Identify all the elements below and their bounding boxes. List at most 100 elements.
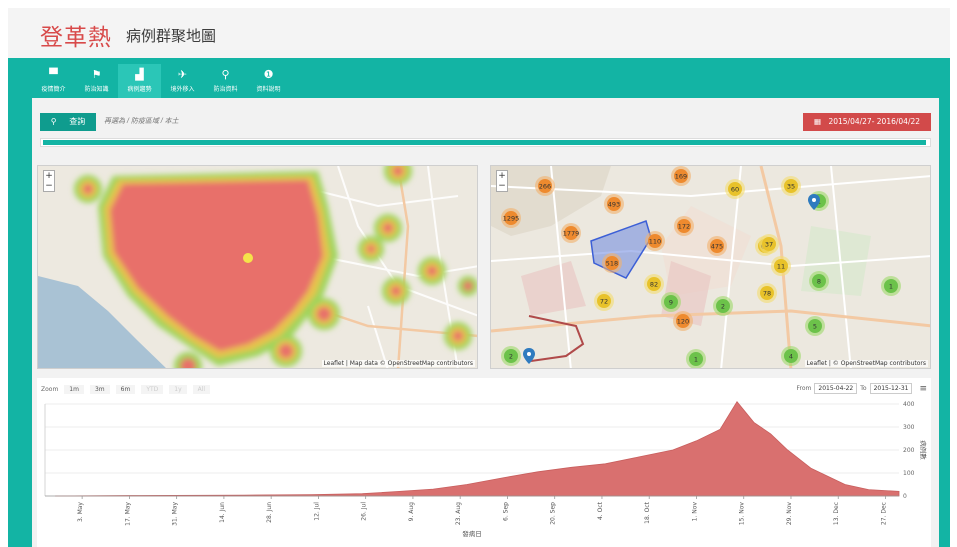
heat-map-canvas	[38, 166, 477, 368]
x-tick-label: 23. Aug	[455, 502, 462, 525]
nav-item-label: 防治知識	[84, 86, 109, 93]
x-tick-label: 17. May	[124, 502, 131, 526]
page-subtitle: 病例群聚地圖	[126, 27, 217, 45]
x-tick-label: 20. Sep	[550, 502, 557, 525]
map-attribution[interactable]: Leaflet | Map data © OpenStreetMap contr…	[321, 360, 475, 367]
search-icon: ⚲	[50, 117, 57, 126]
cluster-marker[interactable]: 11	[771, 256, 791, 276]
nav-item-about[interactable]: ❶ 資料說明	[247, 64, 290, 98]
zoom-control: + −	[43, 170, 55, 192]
from-date-input[interactable]: 2015-04-22	[814, 383, 858, 394]
cluster-marker[interactable]: 5	[805, 316, 825, 336]
from-label: From	[796, 385, 812, 392]
cluster-marker[interactable]: 72	[594, 291, 614, 311]
cluster-marker[interactable]: 78	[757, 283, 777, 303]
timeline-slider-fill[interactable]	[43, 140, 926, 145]
cluster-count: 266	[539, 183, 551, 191]
flag-icon: ⚑	[91, 68, 102, 81]
cluster-marker[interactable]: 266	[535, 176, 555, 196]
cluster-count: 37	[765, 241, 773, 249]
to-date-input[interactable]: 2015-12-31	[869, 383, 913, 394]
cluster-marker[interactable]: 120	[673, 311, 693, 331]
x-tick-label: 27. Dec	[880, 502, 887, 525]
trend-chart-panel: Zoom 1m 3m 6m YTD 1y All From 2015-04-22…	[37, 378, 931, 547]
cluster-marker[interactable]: 1	[881, 276, 901, 296]
zoom-1m-button[interactable]: 1m	[64, 385, 84, 394]
cluster-count: 1	[889, 283, 893, 291]
zoom-label: Zoom	[41, 386, 59, 393]
cluster-marker[interactable]: 9	[661, 292, 681, 312]
cluster-marker[interactable]: 37	[759, 234, 779, 254]
zoom-all-button[interactable]: All	[192, 385, 211, 394]
cluster-marker[interactable]: 60	[725, 179, 745, 199]
cluster-count: 1295	[503, 215, 520, 223]
zoom-out-button[interactable]: −	[44, 181, 54, 191]
date-range-button[interactable]: ▦ 2015/04/27- 2016/04/22	[803, 113, 931, 131]
header: 登革熱 病例群聚地圖	[8, 8, 950, 58]
x-tick-label: 13. Dec	[833, 502, 840, 525]
timeline-slider[interactable]	[40, 138, 931, 147]
cluster-marker[interactable]: 82	[644, 274, 664, 294]
date-range-label: 2015/04/27- 2016/04/22	[828, 117, 921, 126]
cluster-marker[interactable]: 2	[501, 346, 521, 366]
x-tick-label: 3. May	[77, 502, 84, 522]
cluster-marker[interactable]: 1779	[561, 223, 581, 243]
cluster-marker[interactable]: 2	[713, 296, 733, 316]
spray-icon: ⚲	[221, 68, 230, 81]
cluster-marker[interactable]: 4	[781, 346, 801, 366]
cluster-marker[interactable]: 110	[645, 231, 665, 251]
zoom-in-button[interactable]: +	[44, 171, 54, 181]
x-tick-label: 29. Nov	[786, 502, 793, 526]
nav-item-trend[interactable]: ▟ 病例趨勢	[118, 64, 161, 98]
heat-map[interactable]: + − Leaflet | Map data © OpenStreetMap c…	[37, 165, 478, 369]
x-tick-label: 31. May	[172, 502, 179, 526]
bar-chart-icon: ▟	[135, 68, 144, 81]
bug-icon: ▀	[49, 68, 58, 81]
search-input[interactable]	[98, 113, 398, 131]
cluster-count: 72	[600, 298, 608, 306]
cluster-marker[interactable]: 8	[809, 271, 829, 291]
menu-icon[interactable]: ≡	[919, 384, 927, 394]
x-tick-label: 4. Oct	[597, 501, 604, 520]
cluster-marker[interactable]: 172	[674, 216, 694, 236]
zoom-in-button[interactable]: +	[497, 171, 507, 181]
main-content: ⚲ 查詢 ▦ 2015/04/27- 2016/04/22	[32, 98, 939, 547]
heat-hotspot	[243, 253, 253, 263]
cluster-count: 120	[677, 318, 689, 326]
cluster-marker[interactable]: 35	[781, 176, 801, 196]
cluster-count: 2	[721, 303, 725, 311]
x-tick-label: 6. Sep	[502, 502, 509, 521]
cluster-marker[interactable]: 493	[604, 194, 624, 214]
cluster-marker[interactable]: 169	[671, 166, 691, 186]
cluster-count: 35	[787, 183, 795, 191]
y-tick-label: 0	[903, 493, 907, 500]
zoom-ytd-button[interactable]: YTD	[141, 385, 164, 394]
cluster-marker[interactable]: 475	[707, 236, 727, 256]
nav-item-imported[interactable]: ✈ 境外移入	[161, 64, 204, 98]
zoom-6m-button[interactable]: 6m	[115, 385, 136, 394]
nav-item-knowledge[interactable]: ⚑ 防治知識	[75, 64, 118, 98]
cluster-count: 1779	[563, 230, 580, 238]
nav-item-prevention[interactable]: ⚲ 防治資料	[204, 64, 247, 98]
nav-item-label: 防治資料	[213, 86, 238, 93]
to-label: To	[860, 385, 867, 392]
x-tick-label: 14. Jun	[219, 502, 226, 523]
nav-item-intro[interactable]: ▀ 疫情簡介	[32, 64, 75, 98]
cluster-count: 4	[789, 353, 793, 361]
x-tick-label: 15. Nov	[739, 502, 746, 526]
cluster-count: 8	[817, 278, 821, 286]
zoom-1y-button[interactable]: 1y	[169, 385, 187, 394]
cluster-map[interactable]: 1692661295493177917251811082475721206066…	[490, 165, 931, 369]
cluster-marker[interactable]: 1	[686, 349, 706, 369]
y-tick-label: 400	[903, 401, 915, 408]
search-button[interactable]: ⚲ 查詢	[40, 113, 96, 131]
calendar-icon: ▦	[813, 117, 822, 126]
cluster-marker[interactable]: 1295	[501, 208, 521, 228]
cluster-count: 11	[777, 263, 785, 271]
map-attribution[interactable]: Leaflet | © OpenStreetMap contributors	[804, 360, 928, 367]
cases-area-series	[55, 401, 900, 497]
zoom-3m-button[interactable]: 3m	[89, 385, 110, 394]
cluster-marker[interactable]: 518	[602, 253, 622, 273]
y-tick-label: 100	[903, 470, 915, 477]
zoom-out-button[interactable]: −	[497, 181, 507, 191]
